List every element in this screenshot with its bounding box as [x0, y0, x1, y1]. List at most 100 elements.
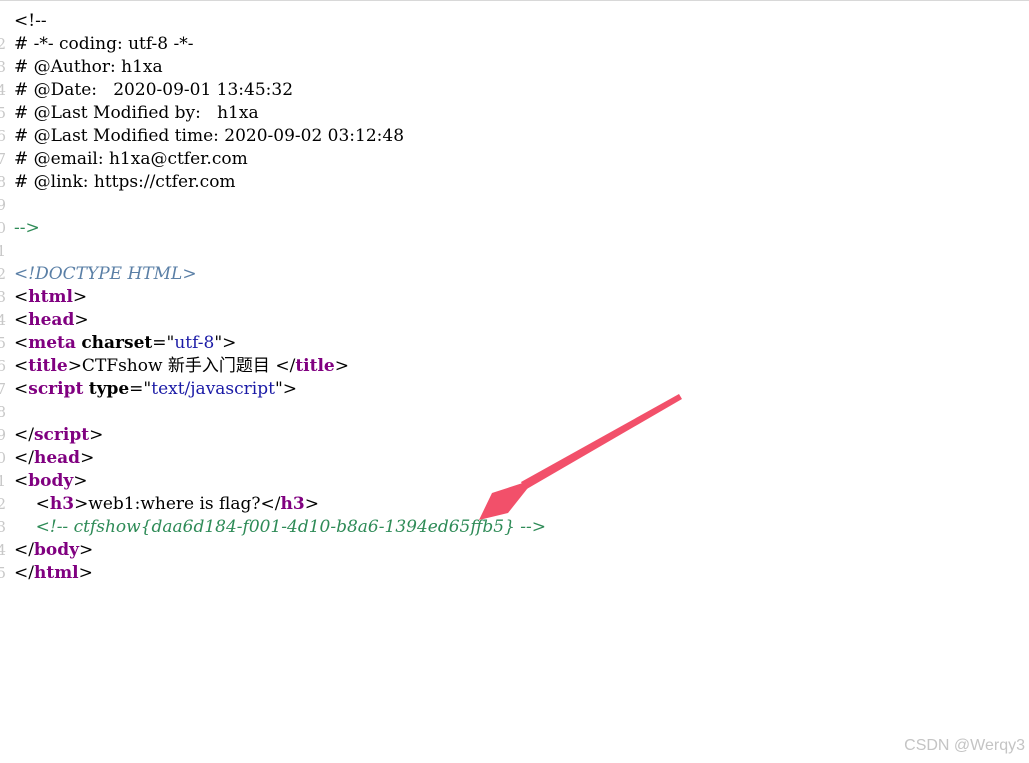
line-number: 8	[0, 403, 6, 421]
arrow-shape	[521, 394, 682, 490]
code-token: title	[28, 356, 68, 376]
code-token: >	[80, 448, 95, 468]
line-text: <!DOCTYPE HTML>	[14, 263, 197, 286]
code-token: charset	[81, 333, 153, 353]
line-number: 2	[0, 265, 6, 283]
code-token: >	[334, 356, 349, 376]
line-number: 5	[0, 564, 6, 582]
code-token: <	[14, 333, 29, 353]
line-number: 9	[0, 426, 6, 444]
line-text: # @Last Modified time: 2020-09-02 03:12:…	[14, 125, 404, 148]
code-token: utf-8	[174, 333, 215, 353]
line-number: 0	[0, 219, 6, 237]
code-token: ">	[214, 333, 237, 353]
code-token: >	[73, 471, 88, 491]
line-number: 3	[0, 518, 6, 536]
line-number: 0	[0, 449, 6, 467]
line-number: 4	[0, 311, 6, 329]
line-number: 8	[0, 173, 6, 191]
line-text: <!-- ctfshow{daa6d184-f001-4d10-b8a6-139…	[14, 516, 546, 539]
line-text: <html>	[14, 286, 87, 309]
line-number: 7	[0, 150, 6, 168]
source-viewer: <!-- 2 # -*- coding: utf-8 -*- 3 # @Author: …	[0, 0, 1029, 763]
watermark: CSDN @Werqy3	[904, 737, 1025, 754]
code-token: head	[28, 310, 75, 330]
code-token: >	[89, 425, 104, 445]
code-token: # @link: https://ctfer.com	[14, 172, 236, 192]
code-token: # @Author: h1xa	[14, 57, 163, 77]
line-text: </body>	[14, 539, 93, 562]
code-token: -->	[14, 218, 40, 238]
code-token: # @Last Modified by: h1xa	[14, 103, 259, 123]
line-number: 3	[0, 58, 6, 76]
line-text: # @email: h1xa@ctfer.com	[14, 148, 248, 171]
line-text: <h3>web1:where is flag?</h3>	[14, 493, 319, 516]
code-token: # @Date: 2020-09-01 13:45:32	[14, 80, 294, 100]
code-token: ">	[274, 379, 298, 399]
code-token: >web1:where is flag?</	[74, 494, 281, 514]
code-token: html	[33, 563, 79, 583]
code-token: <	[14, 471, 29, 491]
code-token: </	[14, 448, 34, 468]
line-text: # -*- coding: utf-8 -*-	[14, 33, 194, 56]
line-text: # @Last Modified by: h1xa	[14, 102, 259, 125]
code-token: # @email: h1xa@ctfer.com	[14, 149, 248, 169]
code-token: >	[78, 563, 93, 583]
code-token: >CTFshow 新手入门题目 </	[67, 356, 296, 376]
line-number: 5	[0, 104, 6, 122]
line-text: <head>	[14, 309, 89, 332]
code-token: body	[28, 471, 74, 491]
line-text: </script>	[14, 424, 103, 447]
line-text: # @link: https://ctfer.com	[14, 171, 236, 194]
line-text: <title>CTFshow 新手入门题目 </title>	[14, 355, 349, 378]
code-token: script	[33, 425, 90, 445]
line-text: </html>	[14, 562, 93, 585]
code-token: >	[74, 310, 89, 330]
code-token: <	[14, 310, 29, 330]
code-token: >	[72, 287, 88, 307]
code-token: <	[14, 379, 29, 399]
line-text: -->	[14, 217, 40, 240]
code-token: ="	[152, 333, 175, 353]
line-text: <meta charset="utf-8">	[14, 332, 236, 355]
code-token: </	[14, 563, 34, 583]
line-text: <script type="text/javascript">	[14, 378, 297, 401]
code-token: text/javascript	[151, 379, 275, 399]
line-text: # @Author: h1xa	[14, 56, 163, 79]
code-token: script	[28, 379, 84, 399]
line-number: 7	[0, 380, 6, 398]
code-token: </	[14, 540, 34, 560]
code-token: h3	[280, 494, 305, 514]
line-text: <!--	[14, 10, 47, 33]
code-token: html	[28, 287, 73, 307]
line-number: 9	[0, 196, 6, 214]
line-number: 4	[0, 81, 6, 99]
line-number: 6	[0, 127, 6, 145]
code-token: meta	[28, 333, 76, 353]
code-token: head	[33, 448, 81, 468]
line-number: 5	[0, 334, 6, 352]
code-token: >	[78, 540, 94, 560]
line-number: 1	[0, 472, 6, 490]
line-number: 2	[0, 495, 6, 513]
line-text: </head>	[14, 447, 94, 470]
arrow-head	[479, 479, 535, 520]
code-token: <	[14, 494, 50, 514]
code-token: <!DOCTYPE HTML>	[14, 264, 197, 284]
code-token: >	[304, 494, 319, 514]
code-token: <!--	[14, 11, 47, 31]
line-text: # @Date: 2020-09-01 13:45:32	[14, 79, 293, 102]
code-token: <!-- ctfshow{daa6d184-f001-4d10-b8a6-139…	[14, 517, 547, 537]
line-number: 3	[0, 288, 6, 306]
code-token: ="	[129, 379, 152, 399]
code-token: title	[295, 356, 335, 376]
code-token: <	[14, 287, 29, 307]
code-token: body	[33, 540, 79, 560]
line-text: <body>	[14, 470, 88, 493]
code-token: h3	[49, 494, 75, 514]
code-token: </	[14, 425, 34, 445]
line-number: 6	[0, 357, 6, 375]
code-token: type	[88, 379, 130, 399]
code-token: <	[14, 356, 29, 376]
line-number: 1	[0, 242, 6, 260]
